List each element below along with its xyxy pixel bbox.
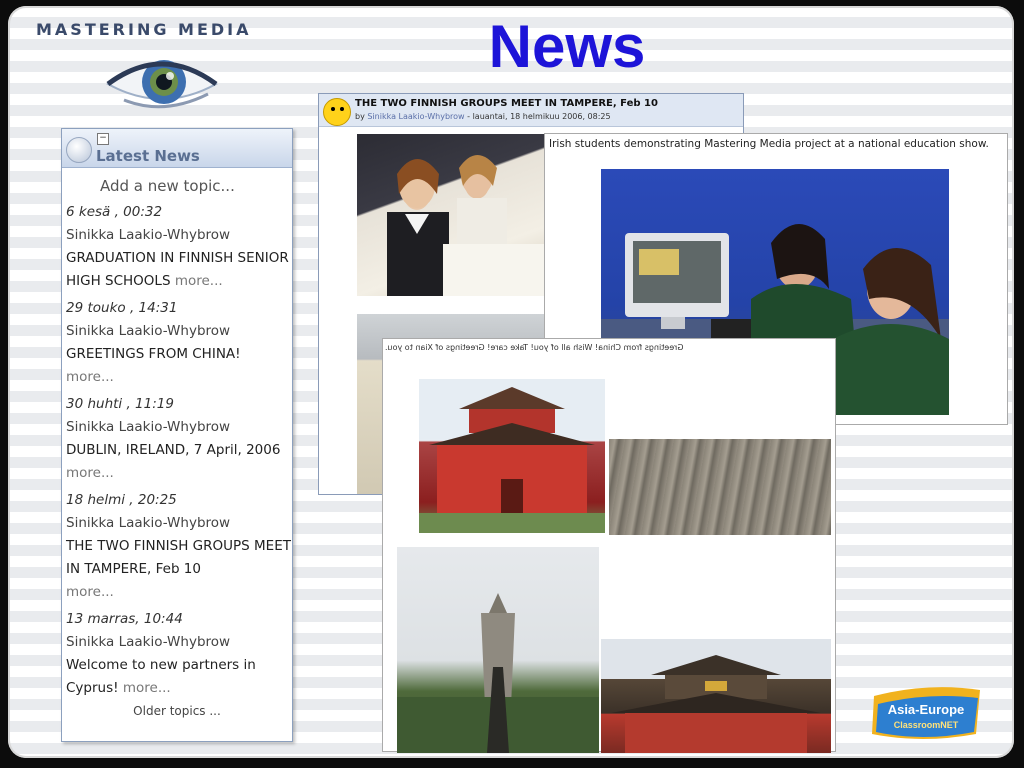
more-link[interactable]: more...: [175, 273, 223, 289]
news-item: 30 huhti , 11:19 Sinikka Laakio-Whybrow …: [66, 393, 292, 485]
irish-photo-caption: Irish students demonstrating Mastering M…: [549, 138, 989, 150]
smiley-avatar-icon: [323, 98, 351, 126]
news-author: Sinikka Laakio-Whybrow: [66, 323, 231, 339]
wild-goose-pagoda-photo: [397, 547, 599, 753]
bell-tower-photo: [601, 639, 831, 753]
more-link[interactable]: more...: [66, 366, 292, 389]
forum-author-link[interactable]: Sinikka Laakio-Whybrow: [367, 112, 464, 121]
news-author: Sinikka Laakio-Whybrow: [66, 515, 231, 531]
classroom-scene-icon: [387, 155, 547, 296]
china-collage-caption: Greetings from China! Wish all of you! T…: [385, 343, 684, 352]
news-date: 18 helmi , 20:25: [66, 492, 177, 508]
latest-news-panel: − Latest News Add a new topic... 6 kesä …: [61, 128, 293, 742]
logo-line1: Asia-Europe: [888, 702, 965, 717]
news-date: 29 touko , 14:31: [66, 300, 178, 316]
news-headline: GREETINGS FROM CHINA!: [66, 346, 241, 362]
temple-icon: [419, 379, 605, 533]
news-headline: THE TWO FINNISH GROUPS MEET IN TAMPERE, …: [66, 538, 291, 577]
news-item: 18 helmi , 20:25 Sinikka Laakio-Whybrow …: [66, 489, 292, 604]
bell-tower-icon: [601, 639, 831, 753]
page-title: News: [488, 13, 646, 80]
older-topics-link[interactable]: Older topics ...: [62, 704, 292, 718]
latest-news-title: Latest News: [96, 147, 200, 165]
news-date: 6 kesä , 00:32: [66, 204, 163, 220]
news-date: 13 marras, 10:44: [66, 611, 183, 627]
slide: MASTERING MEDIA News − Latest News Add a…: [8, 6, 1014, 758]
news-date: 30 huhti , 11:19: [66, 396, 174, 412]
add-topic-link[interactable]: Add a new topic...: [100, 177, 292, 195]
forum-post-header: THE TWO FINNISH GROUPS MEET IN TAMPERE, …: [319, 94, 743, 127]
news-item: 13 marras, 10:44 Sinikka Laakio-Whybrow …: [66, 608, 292, 700]
more-link[interactable]: more...: [66, 581, 292, 604]
by-label: by: [355, 112, 365, 121]
more-link[interactable]: more...: [123, 680, 171, 696]
forum-post-date: - lauantai, 18 helmikuu 2006, 08:25: [464, 112, 611, 121]
news-author: Sinikka Laakio-Whybrow: [66, 634, 231, 650]
china-photo-collage: Greetings from China! Wish all of you! T…: [382, 338, 836, 753]
collapse-icon[interactable]: −: [97, 133, 109, 145]
forum-post-byline: by Sinikka Laakio-Whybrow - lauantai, 18…: [355, 112, 611, 121]
news-author: Sinikka Laakio-Whybrow: [66, 419, 231, 435]
terracotta-army-photo: [609, 439, 831, 535]
news-text: GRADUATION IN FINNISH SENIOR HIGH SCHOOL…: [66, 247, 292, 293]
logo-line2: ClassroomNET: [894, 720, 959, 730]
news-item: 6 kesä , 00:32 Sinikka Laakio-Whybrow GR…: [66, 201, 292, 293]
classroom-photo: [357, 134, 547, 296]
latest-news-header: − Latest News: [62, 129, 292, 168]
news-text: Welcome to new partners in Cyprus! more.…: [66, 654, 292, 700]
news-item: 29 touko , 14:31 Sinikka Laakio-Whybrow …: [66, 297, 292, 389]
news-author: Sinikka Laakio-Whybrow: [66, 227, 231, 243]
pagoda-temple-photo: [419, 379, 605, 533]
news-list: 6 kesä , 00:32 Sinikka Laakio-Whybrow GR…: [62, 195, 292, 700]
news-orb-icon: [66, 137, 92, 163]
pagoda-icon: [397, 593, 599, 753]
news-headline: DUBLIN, IRELAND, 7 April, 2006: [66, 442, 281, 458]
forum-post-title: THE TWO FINNISH GROUPS MEET IN TAMPERE, …: [355, 98, 658, 109]
more-link[interactable]: more...: [66, 462, 292, 485]
asia-europe-classroom-logo: Asia-Europe ClassroomNET: [872, 687, 980, 739]
